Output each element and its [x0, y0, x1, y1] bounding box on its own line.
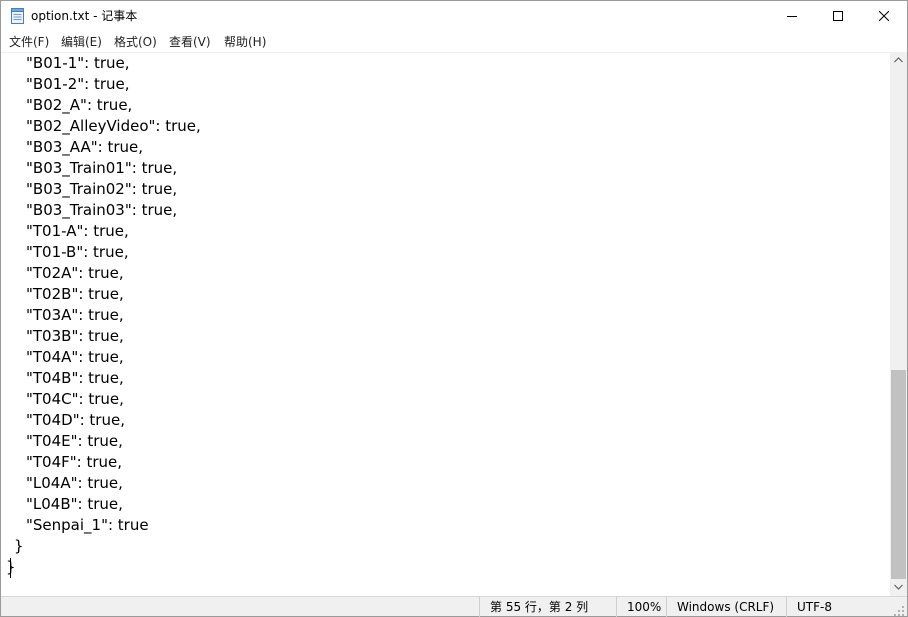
- maximize-icon: [833, 11, 843, 21]
- text-line: "B03_AA": true,: [26, 138, 143, 156]
- scrollbar-track[interactable]: [890, 69, 907, 579]
- chevron-up-icon: [894, 57, 903, 63]
- resize-grip-icon[interactable]: [893, 602, 905, 616]
- scroll-up-button[interactable]: [890, 52, 907, 69]
- menu-help[interactable]: 帮助(H): [224, 34, 266, 50]
- minimize-button[interactable]: [769, 1, 815, 31]
- menu-view[interactable]: 查看(V): [169, 34, 211, 50]
- text-line: "B03_Train03": true,: [26, 201, 178, 219]
- text-line: "T02A": true,: [26, 264, 124, 282]
- notepad-icon: [11, 8, 24, 24]
- status-cursor-position: 第 55 行，第 2 列: [479, 597, 616, 617]
- minimize-icon: [787, 16, 797, 17]
- scrollbar-thumb[interactable]: [891, 370, 906, 579]
- notepad-window: option.txt - 记事本 文件(F) 编辑(E) 格式(O) 查看(V)…: [0, 0, 908, 617]
- menu-edit[interactable]: 编辑(E): [61, 34, 102, 50]
- text-line: "T04D": true,: [26, 411, 125, 429]
- text-line: "B02_A": true,: [26, 96, 133, 114]
- status-bar: 第 55 行，第 2 列 100% Windows (CRLF) UTF-8: [1, 596, 907, 617]
- window-title: option.txt - 记事本: [31, 9, 138, 23]
- text-line: "T04E": true,: [26, 432, 123, 450]
- text-line: "T04F": true,: [26, 453, 123, 471]
- text-line: "Senpai_1": true: [26, 516, 149, 534]
- text-line: "T01-B": true,: [26, 243, 129, 261]
- text-line: "T04C": true,: [26, 390, 124, 408]
- text-editor[interactable]: "B01-1": true, "B01-2": true, "B02_A": tru…: [1, 52, 890, 596]
- menu-file[interactable]: 文件(F): [9, 34, 49, 50]
- closing-brace-outer: }: [6, 558, 16, 576]
- close-button[interactable]: [861, 1, 907, 31]
- text-line: "T01-A": true,: [26, 222, 129, 240]
- chevron-down-icon: [894, 584, 903, 590]
- text-line: "L04A": true,: [26, 474, 123, 492]
- text-line: "T03A": true,: [26, 306, 124, 324]
- maximize-button[interactable]: [815, 1, 861, 31]
- text-line: "B02_AlleyVideo": true,: [26, 117, 201, 135]
- status-encoding: UTF-8: [786, 597, 890, 617]
- text-line: "B01-2": true,: [26, 75, 130, 93]
- menu-bar: 文件(F) 编辑(E) 格式(O) 查看(V) 帮助(H): [1, 32, 907, 52]
- text-line: "T02B": true,: [26, 285, 124, 303]
- text-line: "B01-1": true,: [26, 54, 130, 72]
- scroll-down-button[interactable]: [890, 579, 907, 596]
- text-line: "B03_Train01": true,: [26, 159, 178, 177]
- text-line: "T04B": true,: [26, 369, 124, 387]
- closing-brace-inner: }: [14, 537, 24, 555]
- status-line-endings: Windows (CRLF): [666, 597, 786, 617]
- title-bar[interactable]: option.txt - 记事本: [1, 1, 907, 31]
- text-line: "L04B": true,: [26, 495, 123, 513]
- close-icon: [879, 11, 889, 21]
- text-line: "T03B": true,: [26, 327, 124, 345]
- menu-format[interactable]: 格式(O): [114, 34, 157, 50]
- text-line: "B03_Train02": true,: [26, 180, 178, 198]
- text-line: "T04A": true,: [26, 348, 124, 366]
- vertical-scrollbar[interactable]: [890, 52, 907, 596]
- status-zoom: 100%: [616, 597, 666, 617]
